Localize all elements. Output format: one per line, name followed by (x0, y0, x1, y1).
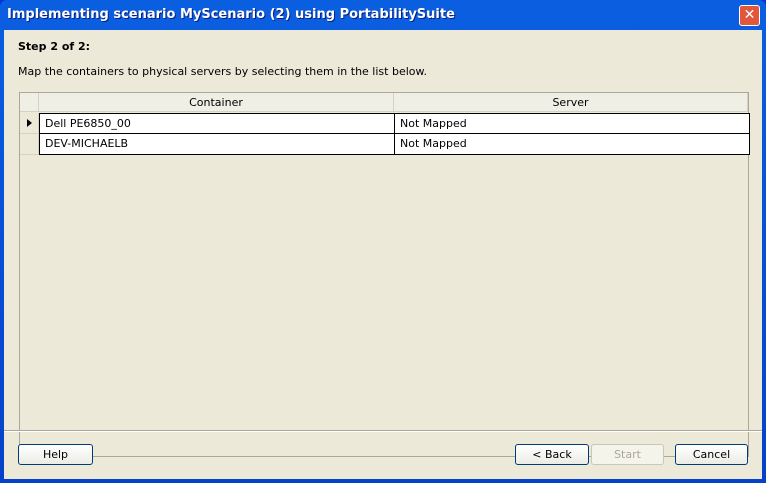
server-cell[interactable]: Not Mapped (394, 113, 750, 134)
back-button[interactable]: < Back (515, 444, 589, 465)
dialog-window: Implementing scenario MyScenario (2) usi… (0, 0, 766, 483)
container-cell[interactable]: Dell PE6850_00 (39, 113, 395, 134)
current-row-arrow-icon (27, 119, 32, 127)
server-cell[interactable]: Not Mapped (394, 134, 750, 155)
close-button[interactable]: ✕ (739, 5, 760, 26)
row-header-corner (20, 93, 39, 112)
row-selector[interactable] (20, 113, 39, 134)
column-header-server[interactable]: Server (394, 93, 748, 112)
instructions: Map the containers to physical servers b… (18, 65, 427, 78)
mapping-grid: Container Server Dell PE6850_00 Not Mapp… (19, 92, 750, 457)
table-row[interactable]: Dell PE6850_00 Not Mapped (20, 113, 750, 134)
dialog-body: Step 2 of 2: Map the containers to physi… (4, 30, 762, 479)
window-title: Implementing scenario MyScenario (2) usi… (7, 7, 455, 22)
step-heading: Step 2 of 2: (18, 40, 91, 53)
table-row[interactable]: DEV-MICHAELB Not Mapped (20, 134, 750, 155)
cancel-button[interactable]: Cancel (675, 444, 748, 465)
start-button[interactable]: Start (591, 444, 664, 465)
container-cell[interactable]: DEV-MICHAELB (39, 134, 395, 155)
column-header-container[interactable]: Container (39, 93, 394, 112)
row-selector[interactable] (20, 134, 39, 155)
divider (4, 430, 762, 432)
help-button[interactable]: Help (18, 444, 93, 465)
